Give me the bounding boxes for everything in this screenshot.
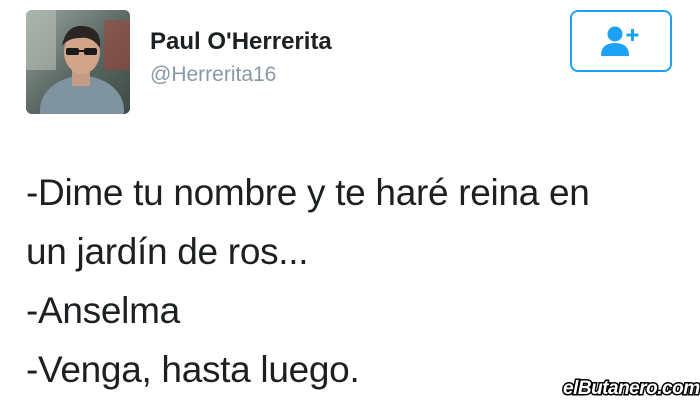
tweet-text: -Dime tu nombre y te haré reina en un ja… [26,163,666,399]
author-display-name[interactable]: Paul O'Herrerita [150,28,332,56]
author-handle[interactable]: @Herrerita16 [150,63,276,87]
watermark: elButanero.com [562,377,700,401]
profile-photo-icon [26,10,130,114]
add-user-icon [601,26,639,56]
tweet-card: Paul O'Herrerita @Herrerita16 -Dime tu n… [0,0,700,401]
follow-button[interactable] [570,10,672,72]
avatar[interactable] [26,10,130,114]
tweet-line: -Anselma [26,290,180,331]
tweet-line: -Dime tu nombre y te haré reina en [26,172,590,213]
tweet-line: un jardín de ros... [26,231,309,272]
